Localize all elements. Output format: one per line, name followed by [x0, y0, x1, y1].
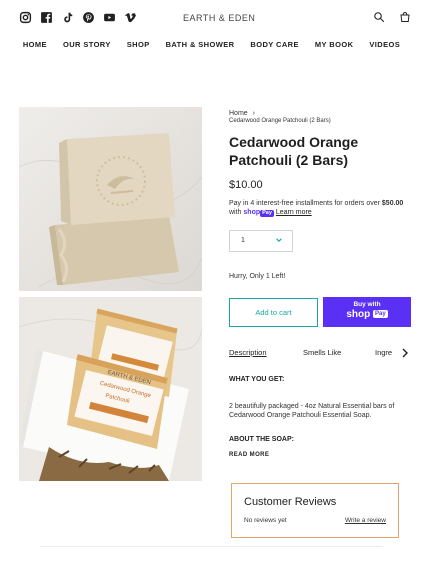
- quantity-value: 1: [241, 237, 245, 244]
- buy-shop-word: shop: [346, 309, 371, 320]
- site-logo[interactable]: EARTH & EDEN: [183, 13, 255, 23]
- shop-pay-installments: Pay in 4 interest-free installments for …: [229, 199, 409, 217]
- search-icon[interactable]: [373, 11, 385, 23]
- chevron-right-icon[interactable]: [401, 348, 409, 358]
- product-price: $10.00: [229, 179, 263, 191]
- customer-reviews-box: Customer Reviews No reviews yet Write a …: [231, 483, 399, 538]
- breadcrumb: Home ›: [229, 110, 255, 117]
- breadcrumb-separator: ›: [252, 110, 255, 117]
- product-image-secondary[interactable]: EARTH & EDEN Cedarwood Orange Patchouli: [19, 297, 202, 481]
- main-nav: HOME OUR STORY SHOP BATH & SHOWER BODY C…: [0, 40, 423, 49]
- add-to-cart-button[interactable]: Add to cart: [229, 298, 318, 327]
- breadcrumb-home[interactable]: Home: [229, 110, 248, 117]
- tab-ingredients[interactable]: Ingre: [375, 348, 392, 357]
- product-tabs: Description Smells Like Ingre: [229, 348, 411, 360]
- product-title: Cedarwood Orange Patchouli (2 Bars): [229, 134, 359, 168]
- reviews-title: Customer Reviews: [244, 496, 337, 508]
- buy-with-shop-pay-button[interactable]: Buy with shop Pay: [323, 297, 411, 327]
- pinterest-icon[interactable]: [82, 11, 95, 24]
- installments-text: Pay in 4 interest-free installments for …: [229, 200, 380, 207]
- description-heading-about: ABOUT THE SOAP:: [229, 436, 294, 443]
- product-image-main[interactable]: [19, 107, 202, 291]
- nav-item-bath-shower[interactable]: BATH & SHOWER: [158, 40, 243, 49]
- instagram-icon[interactable]: [19, 11, 32, 24]
- top-bar: EARTH & EDEN: [0, 0, 423, 36]
- nav-item-shop[interactable]: SHOP: [119, 40, 158, 49]
- nav-item-our-story[interactable]: OUR STORY: [55, 40, 119, 49]
- description-heading-what-you-get: WHAT YOU GET:: [229, 376, 285, 383]
- buy-with-label: Buy with: [353, 301, 381, 308]
- divider: [40, 546, 383, 547]
- description-body: 2 beautifully packaged - 4oz Natural Ess…: [229, 403, 395, 419]
- nav-item-videos[interactable]: VIDEOS: [361, 40, 408, 49]
- buy-pay-badge: Pay: [372, 310, 388, 319]
- tab-description[interactable]: Description: [229, 348, 267, 357]
- read-more-link[interactable]: READ MORE: [229, 452, 269, 458]
- reviews-empty-text: No reviews yet: [244, 517, 287, 524]
- nav-item-body-care[interactable]: BODY CARE: [242, 40, 306, 49]
- quantity-select[interactable]: 1: [229, 230, 293, 252]
- stock-notice: Hurry, Only 1 Left!: [229, 273, 286, 280]
- shop-pay-word: shop: [243, 209, 261, 216]
- cart-icon[interactable]: [399, 11, 411, 23]
- social-links: [19, 11, 137, 24]
- vimeo-icon[interactable]: [124, 11, 137, 24]
- tab-smells-like[interactable]: Smells Like: [303, 348, 341, 357]
- nav-item-home[interactable]: HOME: [15, 40, 55, 49]
- tiktok-icon[interactable]: [61, 11, 74, 24]
- facebook-icon[interactable]: [40, 11, 53, 24]
- header-utilities: [373, 11, 411, 23]
- breadcrumb-current: Cedarwood Orange Patchouli (2 Bars): [229, 118, 331, 124]
- installments-amount: $50.00: [381, 200, 404, 207]
- shop-pay-button-logo: shop Pay: [323, 309, 411, 320]
- chevron-down-icon: [275, 236, 283, 244]
- shop-pay-badge: Pay: [260, 210, 274, 217]
- learn-more-link[interactable]: Learn more: [276, 209, 312, 216]
- nav-item-my-book[interactable]: MY BOOK: [307, 40, 362, 49]
- write-review-link[interactable]: Write a review: [345, 517, 386, 524]
- youtube-icon[interactable]: [103, 11, 116, 24]
- shop-pay-logo: shop Pay: [243, 209, 274, 217]
- installments-with: with: [229, 209, 242, 216]
